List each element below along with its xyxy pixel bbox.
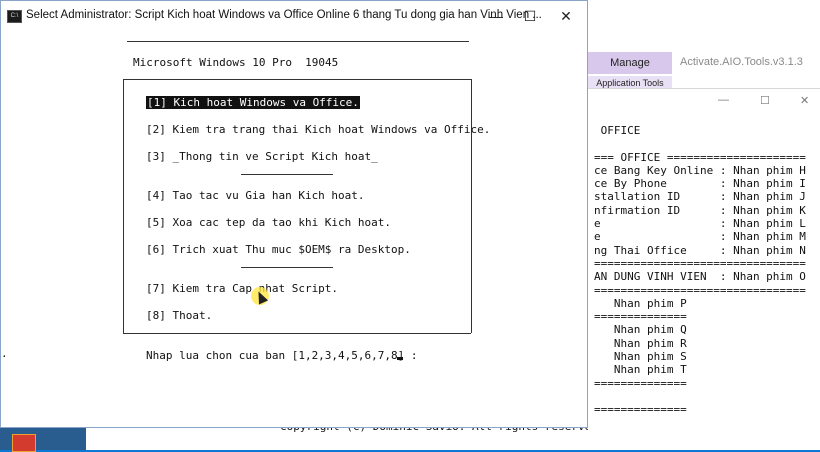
menu-divider-1: [241, 174, 333, 175]
menu-item-1[interactable]: [1] Kich hoat Windows va Office.: [146, 96, 360, 109]
menu-item-8[interactable]: [8] Thoat.: [146, 309, 212, 322]
menu-box-left: [123, 79, 124, 333]
minimize-button[interactable]: —: [481, 5, 511, 27]
back-window[interactable]: Manage Application Tools Activate.AIO.To…: [588, 0, 820, 441]
back-console-line: Nhan phim P: [594, 296, 687, 310]
close-button[interactable]: ✕: [551, 5, 581, 27]
console-window[interactable]: C:\ Select Administrator: Script Kich ho…: [0, 0, 588, 428]
back-console-line: ce Bang Key Online : Nhan phim H: [594, 163, 806, 177]
menu-item-2[interactable]: [2] Kiem tra trang thai Kich hoat Window…: [146, 123, 490, 136]
menu-item-5[interactable]: [5] Xoa cac tep da tao khi Kich hoat.: [146, 216, 391, 229]
back-window-title: Activate.AIO.Tools.v3.1.3: [680, 56, 803, 68]
back-console-line: [594, 137, 806, 150]
back-window-controls: — ☐ ✕: [718, 94, 818, 108]
maximize-button[interactable]: ☐: [515, 5, 545, 27]
explorer-ribbon: Manage Application Tools Activate.AIO.To…: [588, 0, 820, 90]
back-console-line: Nhan phim Q: [594, 323, 687, 337]
back-console-line: ce By Phone : Nhan phim I: [594, 177, 806, 191]
back-console-line: ==============: [594, 310, 687, 324]
back-minimize-button[interactable]: —: [718, 94, 729, 106]
menu-item-6[interactable]: [6] Trich xuat Thu muc $OEM$ ra Desktop.: [146, 243, 411, 256]
back-console-line: ================================: [594, 256, 806, 270]
os-version-line: Microsoft Windows 10 Pro 19045: [133, 56, 339, 69]
menu-item-3[interactable]: [3] _Thong tin ve Script Kich hoat_: [146, 150, 378, 163]
menu-box-top: [123, 79, 471, 80]
back-console-line: ==============: [594, 376, 687, 390]
back-console-line: ng Thai Office : Nhan phim N: [594, 243, 806, 257]
back-console-line: [594, 390, 806, 403]
taskbar-app-icon[interactable]: [12, 434, 36, 452]
menu-item-7[interactable]: [7] Kiem tra Cap nhat Script.: [146, 282, 338, 295]
title-bar[interactable]: C:\ Select Administrator: Script Kich ho…: [1, 1, 587, 31]
back-console-line: Nhan phim S: [594, 350, 687, 364]
back-console-line: ==============: [594, 403, 687, 417]
ribbon-tab-manage[interactable]: Manage: [588, 52, 672, 74]
left-dot: .: [1, 347, 8, 360]
top-separator: [127, 41, 469, 42]
back-console-line: OFFICE: [594, 124, 641, 137]
console-area[interactable]: Microsoft Windows 10 Pro 19045 [1] Kich …: [1, 31, 587, 427]
back-console-line: AN DUNG VINH VIEN : Nhan phim O: [594, 270, 806, 284]
back-console-line: ================================: [594, 283, 806, 297]
cmd-icon: C:\: [7, 10, 22, 23]
back-console-line: stallation ID : Nhan phim J: [594, 190, 806, 204]
back-console-line: Nhan phim T: [594, 363, 687, 377]
back-console-line: e : Nhan phim M: [594, 230, 806, 244]
back-console-line: === OFFICE =====================: [594, 150, 806, 164]
menu-box-bottom: [123, 333, 471, 334]
menu-box-right: [471, 79, 472, 333]
back-console-line: Nhan phim R: [594, 336, 687, 350]
menu-item-4[interactable]: [4] Tao tac vu Gia han Kich hoat.: [146, 189, 365, 202]
back-console-line: e : Nhan phim L: [594, 217, 806, 231]
back-maximize-button[interactable]: ☐: [760, 94, 770, 107]
text-cursor: [397, 357, 403, 360]
back-close-button[interactable]: ✕: [800, 94, 809, 107]
menu-divider-2: [241, 267, 333, 268]
window-title: Select Administrator: Script Kich hoat W…: [26, 9, 542, 21]
menu-item-1-label: [1] Kich hoat Windows va Office.: [146, 96, 360, 109]
back-console-line: nfirmation ID : Nhan phim K: [594, 203, 806, 217]
back-console-lines: OFFICE === OFFICE ===================== c…: [594, 124, 806, 417]
input-prompt: Nhap lua chon cua ban [1,2,3,4,5,6,7,8] …: [146, 349, 418, 362]
